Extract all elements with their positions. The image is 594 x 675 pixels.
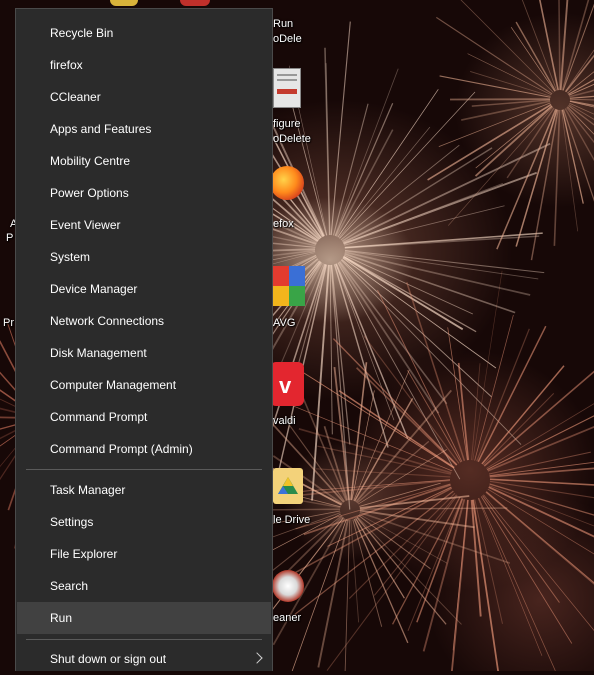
left-edge-label-pr: Pr [3, 317, 14, 329]
firework-streak [490, 479, 594, 486]
menu-separator [26, 639, 262, 640]
firework-streak [488, 422, 594, 471]
firework-streak [479, 498, 556, 671]
menu-item-task-manager[interactable]: Task Manager [17, 474, 271, 506]
top-edge-icons [110, 0, 260, 8]
configure-shortcut-icon[interactable] [273, 68, 303, 108]
firework-streak [428, 105, 552, 180]
drive-shortcut-icon[interactable] [273, 466, 305, 506]
firework-streak [417, 499, 463, 623]
shut-down-label: Shut down or sign out [50, 652, 166, 666]
avg-shortcut-icon[interactable] [273, 266, 305, 306]
firework-streak [478, 498, 542, 656]
menu-item-system[interactable]: System [17, 241, 271, 273]
menu-item-mobility-centre[interactable]: Mobility Centre [17, 145, 271, 177]
firework-streak [539, 0, 559, 90]
firework-streak [330, 265, 332, 434]
firefox-shortcut-icon[interactable] [270, 166, 304, 200]
document-icon [273, 68, 301, 108]
firework-streak [489, 487, 594, 576]
firework-streak [345, 254, 516, 313]
firework-streak [408, 370, 461, 462]
firework-streak [439, 103, 551, 147]
firework-streak [475, 315, 514, 461]
firework-streak [448, 107, 553, 225]
menu-item-search[interactable]: Search [17, 570, 271, 602]
menu-item-settings[interactable]: Settings [17, 506, 271, 538]
menu-separator [26, 469, 262, 470]
firework-streak [559, 0, 560, 90]
run-shortcut-label-1: Run [273, 18, 293, 30]
menu-item-computer-management[interactable]: Computer Management [17, 369, 271, 401]
vivaldi-shortcut-icon[interactable]: v [270, 362, 304, 406]
vivaldi-shortcut-label: valdi [273, 415, 296, 427]
firework-streak [312, 265, 329, 501]
chevron-right-icon [251, 652, 262, 663]
firework-streak [473, 500, 501, 671]
menu-item-firefox[interactable]: firefox [17, 49, 271, 81]
firework-streak [354, 370, 410, 501]
firefox-shortcut-label: efox [273, 218, 294, 230]
firework-streak [333, 339, 456, 465]
firework-streak [487, 411, 594, 470]
menu-item-apps-and-features[interactable]: Apps and Features [17, 113, 271, 145]
menu-item-command-prompt-admin[interactable]: Command Prompt (Admin) [17, 433, 271, 465]
power-user-menu: Recycle Bin firefox CCleaner Apps and Fe… [15, 8, 273, 671]
firework-streak [318, 520, 348, 668]
firework-streak [339, 127, 430, 238]
ccleaner-shortcut-label: eaner [273, 612, 301, 624]
firework-streak [360, 512, 510, 563]
run-shortcut-icon[interactable]: Run oDele [273, 18, 297, 36]
firework-streak [333, 104, 368, 236]
drive-shortcut-label: le Drive [273, 514, 310, 526]
configure-shortcut-label-1: figure [273, 118, 301, 130]
configure-shortcut-label-2: oDelete [273, 133, 311, 145]
firework-streak [340, 92, 475, 238]
menu-item-device-manager[interactable]: Device Manager [17, 273, 271, 305]
firework-streak [351, 362, 366, 500]
firework-streak [302, 372, 454, 468]
firework-streak [343, 257, 462, 330]
firework-streak [563, 2, 594, 91]
menu-item-network-connections[interactable]: Network Connections [17, 305, 271, 337]
firework-streak [355, 398, 413, 501]
menu-item-ccleaner[interactable]: CCleaner [17, 81, 271, 113]
firework-streak [453, 500, 468, 650]
firework-streak [345, 520, 350, 671]
menu-item-run[interactable]: Run [17, 602, 271, 634]
left-edge-label-p: P [6, 232, 13, 244]
firework-streak [325, 48, 330, 235]
firework-streak [561, 0, 571, 90]
firework-streak [481, 497, 572, 644]
ccleaner-shortcut-icon[interactable] [270, 562, 306, 608]
run-shortcut-label-2: oDele [273, 33, 302, 45]
firework-streak [477, 329, 530, 461]
firework-streak [482, 366, 564, 464]
menu-item-file-explorer[interactable]: File Explorer [17, 538, 271, 570]
menu-item-disk-management[interactable]: Disk Management [17, 337, 271, 369]
menu-item-command-prompt[interactable]: Command Prompt [17, 401, 271, 433]
menu-item-event-viewer[interactable]: Event Viewer [17, 209, 271, 241]
menu-item-shut-down-or-sign-out[interactable]: Shut down or sign out [17, 643, 271, 675]
avg-shortcut-label: AVG [273, 317, 295, 329]
firework-streak [460, 0, 553, 93]
firework-streak [343, 144, 550, 243]
menu-item-recycle-bin[interactable]: Recycle Bin [17, 17, 271, 49]
menu-item-power-options[interactable]: Power Options [17, 177, 271, 209]
firework-streak [344, 173, 537, 244]
